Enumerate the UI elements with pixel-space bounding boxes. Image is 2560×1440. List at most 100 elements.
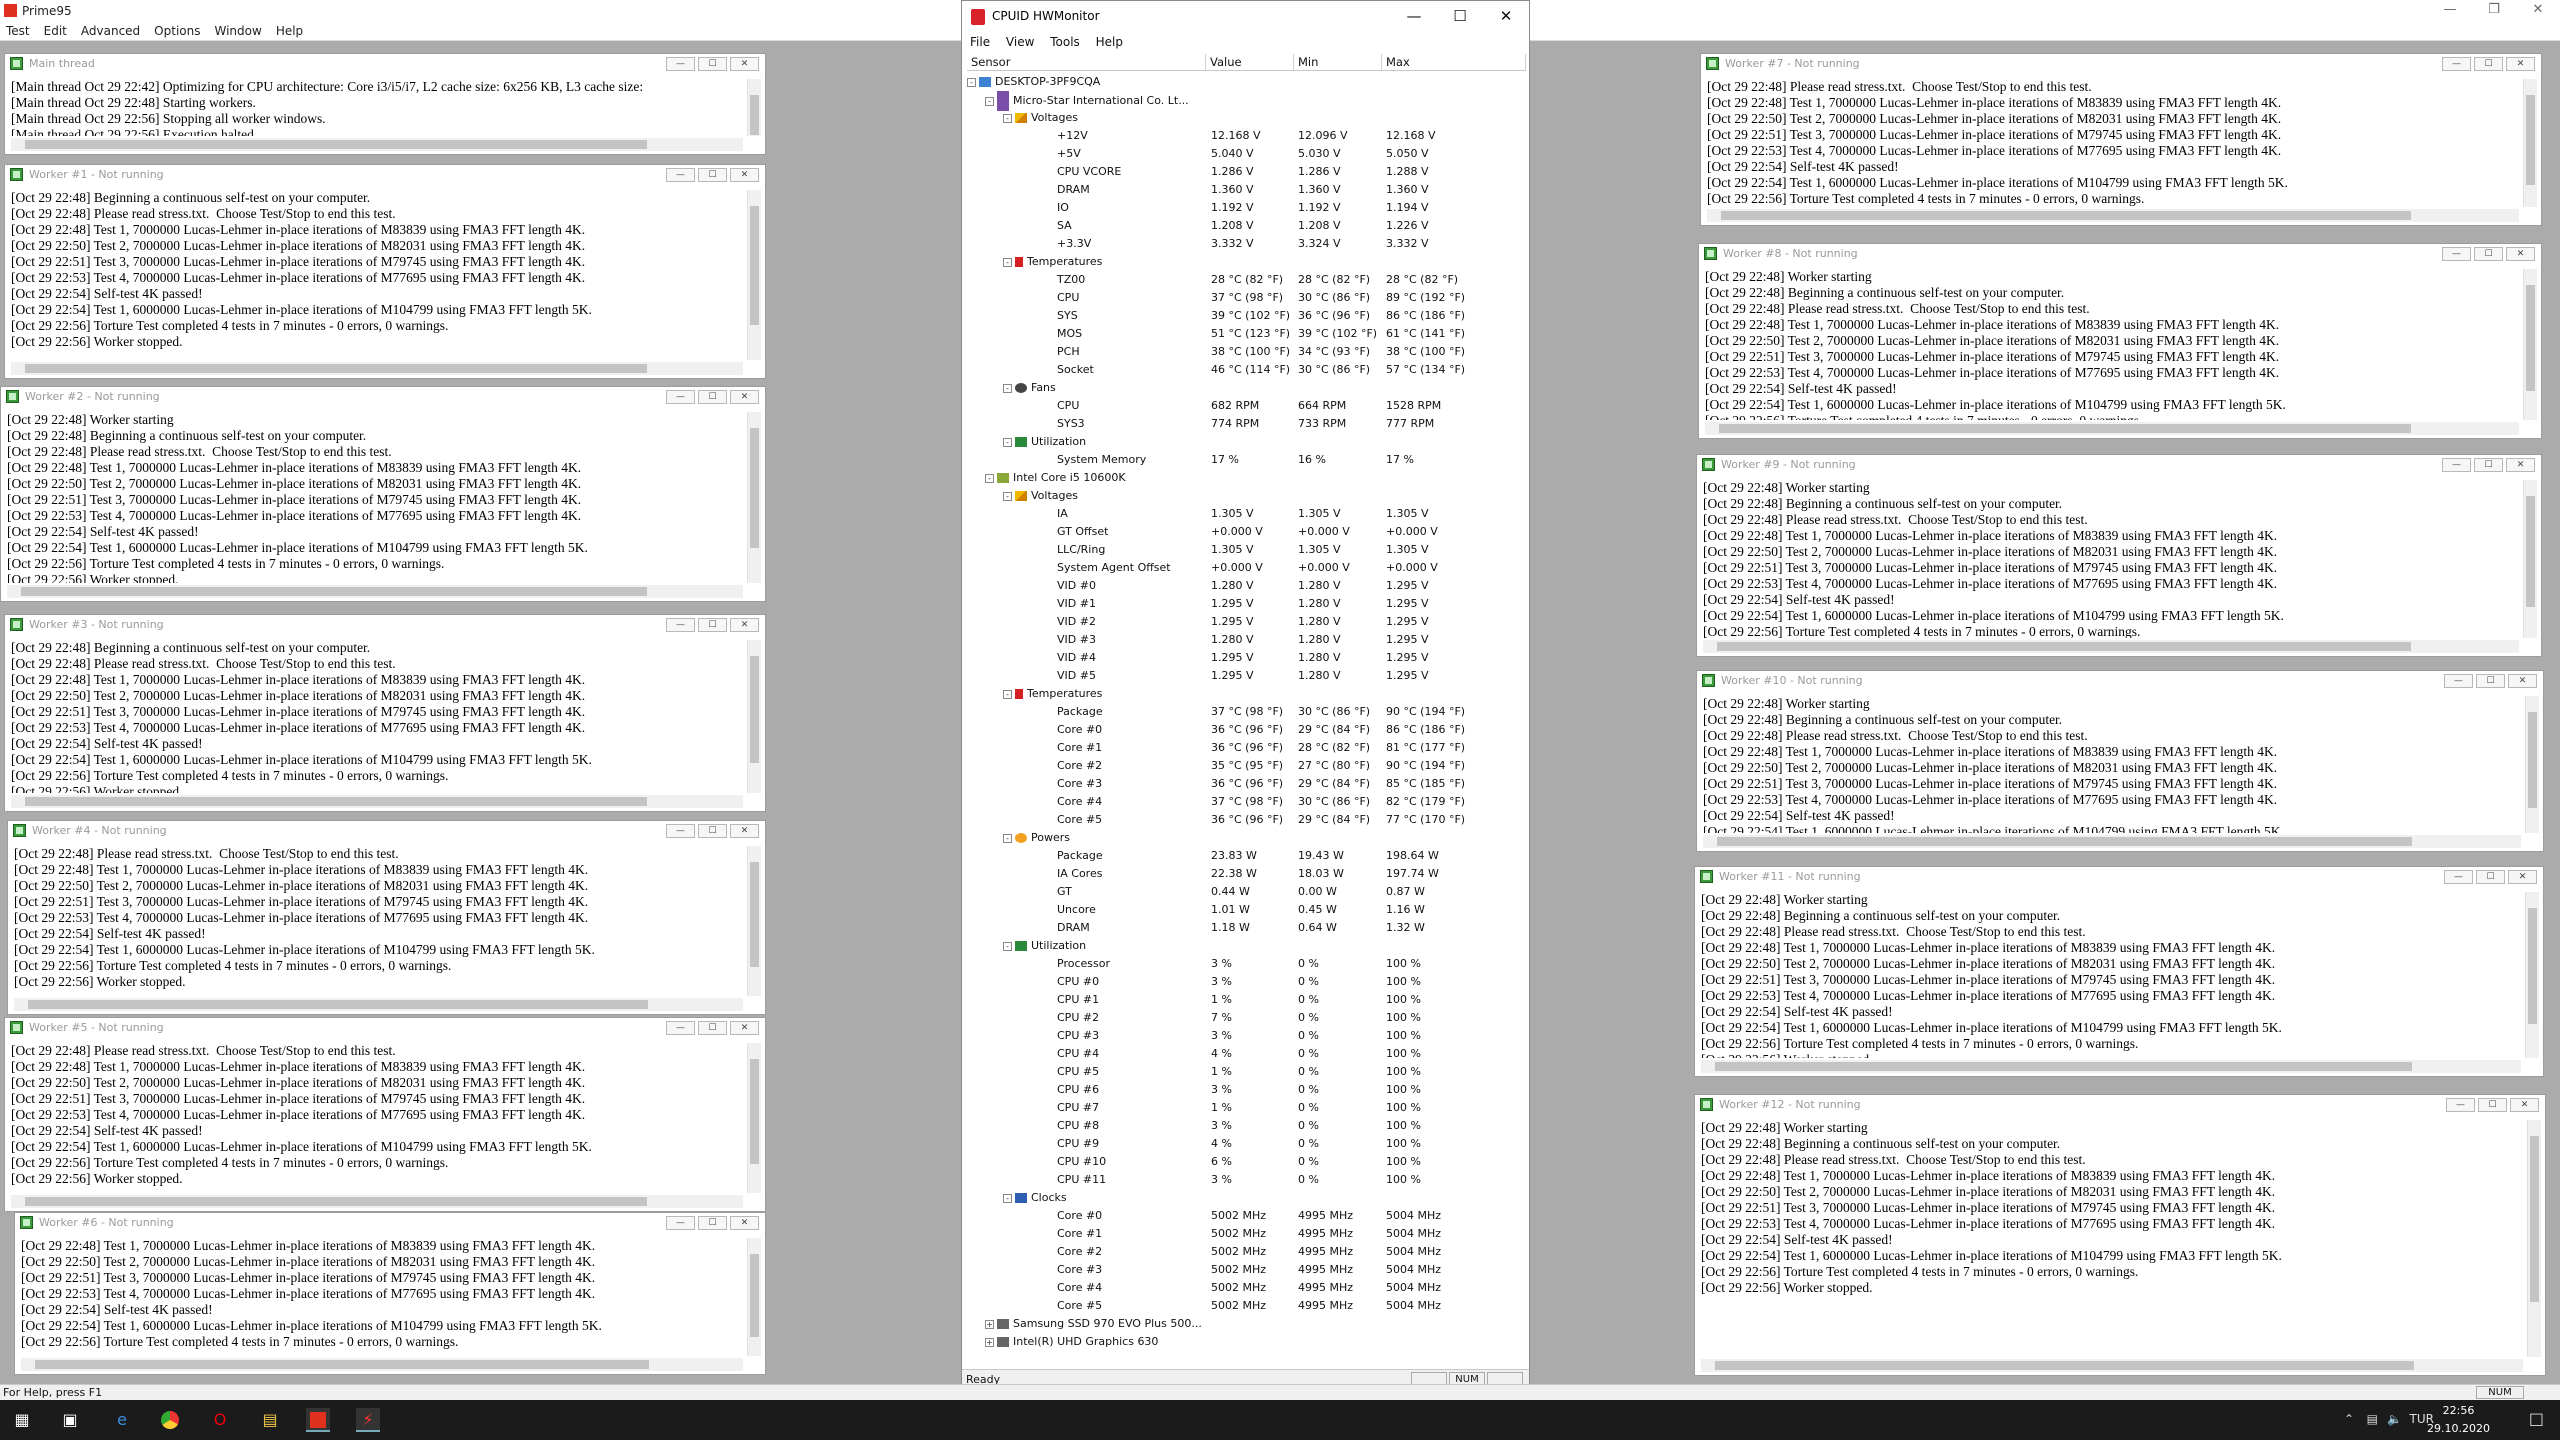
collapse-icon[interactable]: - (1003, 383, 1012, 393)
window-title-bar[interactable]: Main thread — ☐ ✕ (5, 54, 765, 74)
vertical-scrollbar[interactable] (2523, 480, 2537, 638)
window-title-bar[interactable]: Worker #11 - Not running — ☐ ✕ (1695, 867, 2543, 887)
vertical-scrollbar[interactable] (747, 190, 761, 360)
minimize-icon[interactable]: — (2444, 870, 2473, 884)
sensor-group-row[interactable]: - Micro-Star International Co. Lt... (967, 91, 1526, 111)
vertical-scrollbar[interactable] (2525, 696, 2539, 833)
horizontal-scrollbar[interactable] (7, 585, 743, 598)
column-min[interactable]: Min (1294, 54, 1382, 70)
menu-file[interactable]: File (970, 35, 990, 49)
maximize-icon[interactable]: ☐ (698, 1021, 727, 1035)
sensor-row[interactable]: Core #3 5002 MHz 4995 MHz 5004 MHz (967, 1261, 1526, 1279)
sensor-row[interactable]: Core #5 36 °C (96 °F) 29 °C (84 °F) 77 °C (… (967, 811, 1526, 829)
sensor-group-row[interactable]: - Temperatures (967, 253, 1526, 271)
sensor-row[interactable]: Core #4 37 °C (98 °F) 30 °C (86 °F) 82 °C (… (967, 793, 1526, 811)
sensor-row[interactable]: Uncore 1.01 W 0.45 W 1.16 W (967, 901, 1526, 919)
menu-options[interactable]: Options (154, 24, 200, 38)
sensor-row[interactable]: IA 1.305 V 1.305 V 1.305 V (967, 505, 1526, 523)
sensor-row[interactable]: IO 1.192 V 1.192 V 1.194 V (967, 199, 1526, 217)
horizontal-scrollbar[interactable] (11, 1195, 743, 1208)
maximize-icon[interactable]: ☐ (698, 168, 727, 182)
sensor-row[interactable]: GT 0.44 W 0.00 W 0.87 W (967, 883, 1526, 901)
worker-11-window[interactable]: Worker #11 - Not running — ☐ ✕ [Oct 29 22:48… (1694, 866, 2544, 1077)
collapse-icon[interactable]: - (1003, 833, 1012, 843)
sensor-row[interactable]: TZ00 28 °C (82 °F) 28 °C (82 °F) 28 °C (82 … (967, 271, 1526, 289)
sensor-row[interactable]: Core #5 5002 MHz 4995 MHz 5004 MHz (967, 1297, 1526, 1315)
vertical-scrollbar[interactable] (747, 846, 761, 996)
start-windows-icon[interactable]: ▦ (10, 1408, 34, 1432)
tray-chevron-icon[interactable]: ⌃ (2344, 1412, 2354, 1426)
minimize-icon[interactable]: — (666, 1216, 695, 1230)
sensor-row[interactable]: GT Offset +0.000 V +0.000 V +0.000 V (967, 523, 1526, 541)
maximize-icon[interactable]: ☐ (698, 390, 727, 404)
menu-help[interactable]: Help (276, 24, 303, 38)
sensor-row[interactable]: SYS3 774 RPM 733 RPM 777 RPM (967, 415, 1526, 433)
close-icon[interactable]: ✕ (730, 168, 759, 182)
horizontal-scrollbar[interactable] (11, 795, 743, 808)
close-icon[interactable]: ✕ (730, 57, 759, 71)
sensor-row[interactable]: Package 23.83 W 19.43 W 198.64 W (967, 847, 1526, 865)
sensor-row[interactable]: CPU #4 4 % 0 % 100 % (967, 1045, 1526, 1063)
sensor-group-row[interactable]: - Intel Core i5 10600K (967, 469, 1526, 487)
collapse-icon[interactable]: - (1003, 257, 1012, 267)
vertical-scrollbar[interactable] (747, 412, 761, 583)
sensor-group-row[interactable]: + Intel(R) UHD Graphics 630 (967, 1333, 1526, 1351)
sensor-row[interactable]: Core #0 5002 MHz 4995 MHz 5004 MHz (967, 1207, 1526, 1225)
vertical-scrollbar[interactable] (2527, 1120, 2541, 1357)
collapse-icon[interactable]: - (1003, 941, 1012, 951)
sensor-row[interactable]: Core #1 5002 MHz 4995 MHz 5004 MHz (967, 1225, 1526, 1243)
log-output[interactable]: [Oct 29 22:48] Worker starting [Oct 29 22… (1703, 480, 2519, 638)
sensor-row[interactable]: CPU 682 RPM 664 RPM 1528 RPM (967, 397, 1526, 415)
maximize-icon[interactable]: ☐ (2476, 674, 2505, 688)
menu-tools[interactable]: Tools (1050, 35, 1080, 49)
log-output[interactable]: [Oct 29 22:48] Worker starting [Oct 29 22… (1701, 892, 2521, 1058)
sensor-row[interactable]: +5V 5.040 V 5.030 V 5.050 V (967, 145, 1526, 163)
maximize-icon[interactable]: ☐ (1437, 1, 1483, 32)
minimize-icon[interactable]: — (666, 390, 695, 404)
worker-7-window[interactable]: Worker #7 - Not running — ☐ ✕ [Oct 29 22:48]… (1700, 53, 2542, 226)
worker-4-window[interactable]: Worker #4 - Not running — ☐ ✕ [Oct 29 22:48]… (7, 820, 766, 1015)
worker-6-window[interactable]: Worker #6 - Not running — ☐ ✕ [Oct 29 22:48]… (14, 1212, 766, 1375)
volume-icon[interactable]: 🔈 (2387, 1412, 2402, 1426)
sensor-row[interactable]: CPU #1 1 % 0 % 100 % (967, 991, 1526, 1009)
close-icon[interactable]: ✕ (730, 1216, 759, 1230)
expand-icon[interactable]: + (985, 1337, 994, 1347)
minimize-icon[interactable]: — (2444, 674, 2473, 688)
worker-2-window[interactable]: Worker #2 - Not running — ☐ ✕ [Oct 29 22:48]… (0, 386, 766, 602)
minimize-icon[interactable]: — (2428, 0, 2472, 21)
sensor-row[interactable]: CPU #10 6 % 0 % 100 % (967, 1153, 1526, 1171)
vertical-scrollbar[interactable] (747, 640, 761, 793)
window-title-bar[interactable]: Worker #8 - Not running — ☐ ✕ (1699, 244, 2541, 264)
worker-1-window[interactable]: Worker #1 - Not running — ☐ ✕ [Oct 29 22:48]… (4, 164, 766, 379)
horizontal-scrollbar[interactable] (1701, 1359, 2523, 1372)
sensor-row[interactable]: CPU #8 3 % 0 % 100 % (967, 1117, 1526, 1135)
sensor-group-row[interactable]: - Clocks (967, 1189, 1526, 1207)
window-title-bar[interactable]: Worker #7 - Not running — ☐ ✕ (1701, 54, 2541, 74)
menu-advanced[interactable]: Advanced (81, 24, 140, 38)
sensor-group-row[interactable]: - Powers (967, 829, 1526, 847)
sensor-row[interactable]: CPU #9 4 % 0 % 100 % (967, 1135, 1526, 1153)
worker-8-window[interactable]: Worker #8 - Not running — ☐ ✕ [Oct 29 22:48]… (1698, 243, 2542, 439)
collapse-icon[interactable]: - (967, 77, 976, 87)
close-icon[interactable]: ✕ (1483, 1, 1529, 32)
sensor-row[interactable]: Package 37 °C (98 °F) 30 °C (86 °F) 90 °C (… (967, 703, 1526, 721)
worker-3-window[interactable]: Worker #3 - Not running — ☐ ✕ [Oct 29 22:48]… (4, 614, 766, 812)
window-title-bar[interactable]: Worker #6 - Not running — ☐ ✕ (15, 1213, 765, 1233)
horizontal-scrollbar[interactable] (1703, 835, 2521, 848)
sensor-row[interactable]: VID #3 1.280 V 1.280 V 1.295 V (967, 631, 1526, 649)
vertical-scrollbar[interactable] (747, 1043, 761, 1193)
sensor-row[interactable]: Core #3 36 °C (96 °F) 29 °C (84 °F) 85 °C (… (967, 775, 1526, 793)
minimize-icon[interactable]: — (2442, 57, 2471, 71)
maximize-icon[interactable]: ☐ (698, 1216, 727, 1230)
sensor-row[interactable]: MOS 51 °C (123 °F) 39 °C (102 °F) 61 °C (14… (967, 325, 1526, 343)
minimize-icon[interactable]: — (2442, 458, 2471, 472)
sensor-row[interactable]: VID #2 1.295 V 1.280 V 1.295 V (967, 613, 1526, 631)
main-thread-window[interactable]: Main thread — ☐ ✕ [Main thread Oct 29 22:42]… (4, 53, 766, 155)
sensor-group-row[interactable]: - Utilization (967, 937, 1526, 955)
hwmonitor-window[interactable]: CPUID HWMonitor — ☐ ✕ File View Tools He… (961, 0, 1530, 1390)
close-icon[interactable]: ✕ (730, 1021, 759, 1035)
log-output[interactable]: [Oct 29 22:48] Please read stress.txt. C… (11, 1043, 743, 1193)
sensor-row[interactable]: VID #1 1.295 V 1.280 V 1.295 V (967, 595, 1526, 613)
horizontal-scrollbar[interactable] (11, 362, 743, 375)
sensor-row[interactable]: CPU #7 1 % 0 % 100 % (967, 1099, 1526, 1117)
